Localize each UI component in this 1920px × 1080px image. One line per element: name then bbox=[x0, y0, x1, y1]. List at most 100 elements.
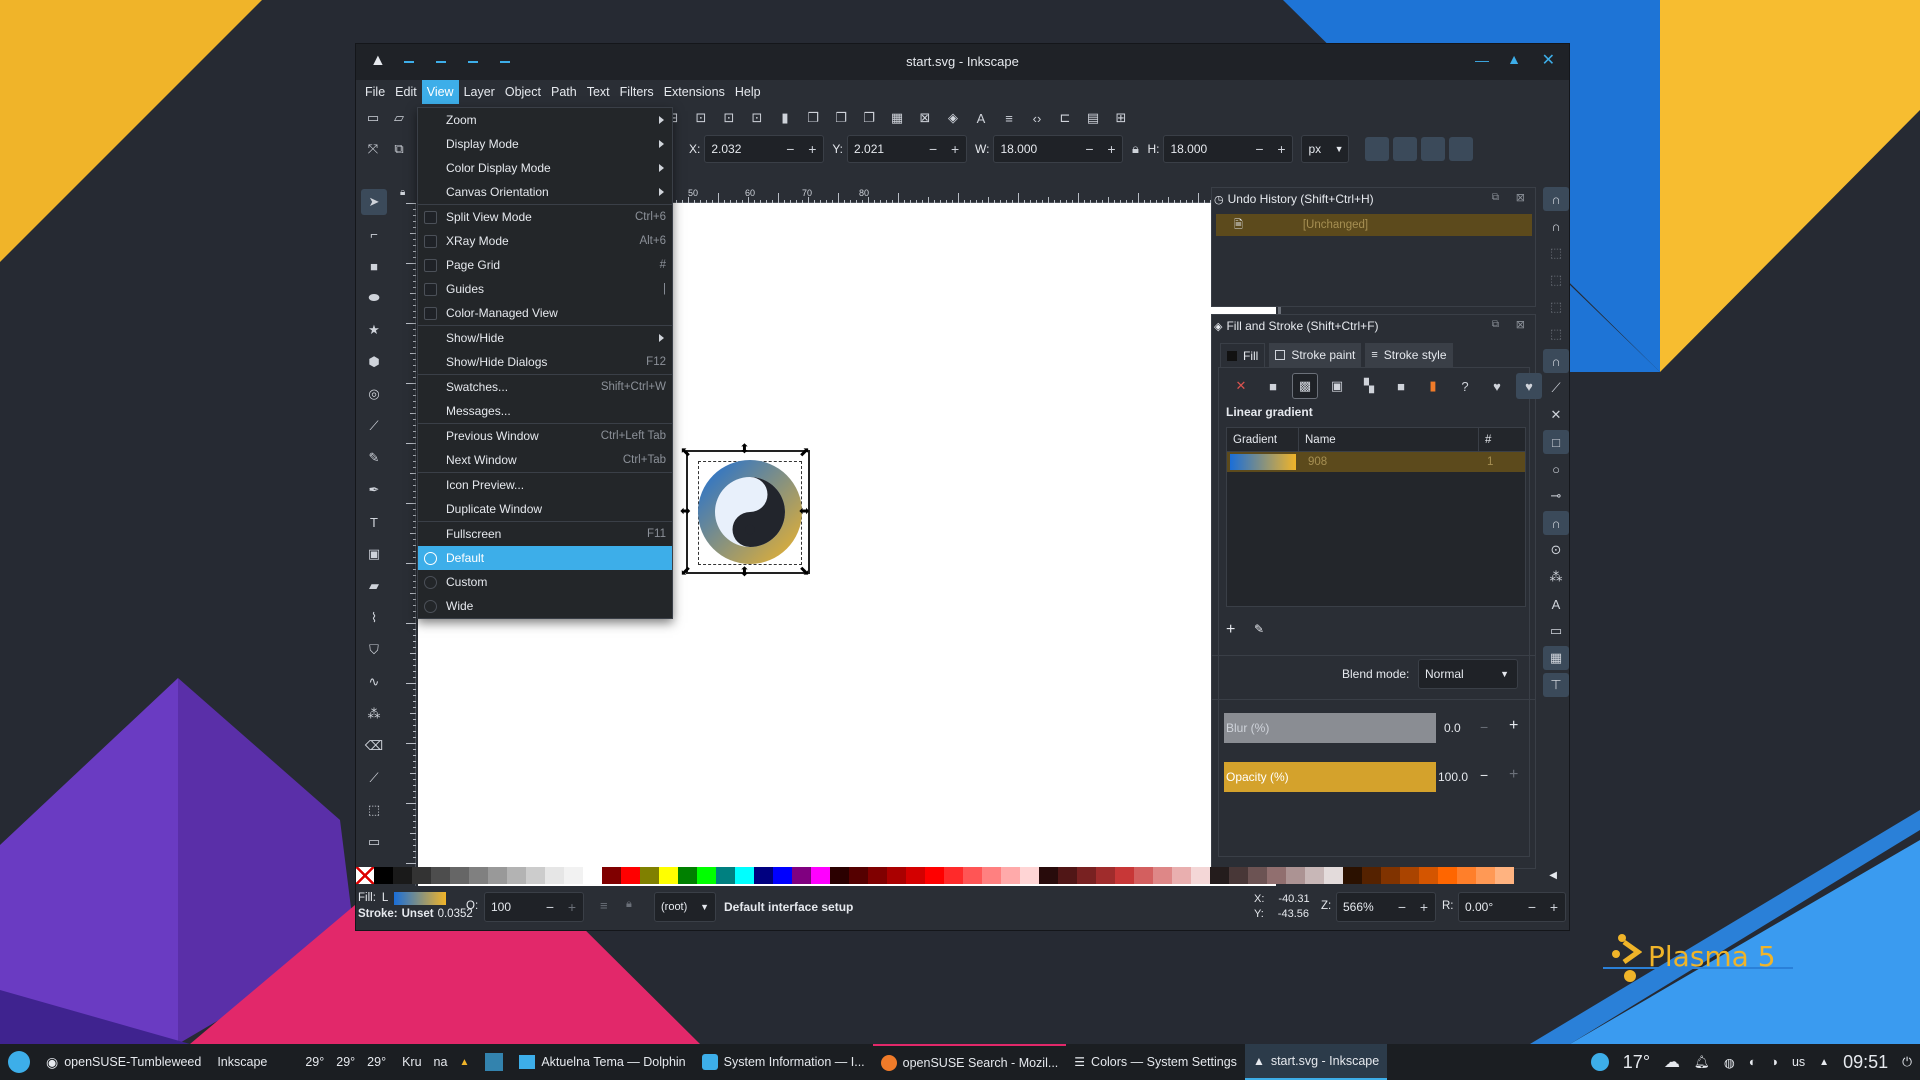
resize-handle-tl-icon[interactable]: ⬉ bbox=[680, 444, 691, 460]
palette-swatch[interactable] bbox=[697, 867, 716, 884]
y-decrement[interactable]: − bbox=[922, 141, 944, 157]
opacity-decrement[interactable]: − bbox=[1480, 767, 1488, 783]
snap-intersection-icon[interactable]: ✕ bbox=[1543, 403, 1569, 427]
palette-swatch[interactable] bbox=[887, 867, 906, 884]
ungroup-icon[interactable]: ⊠ bbox=[912, 105, 938, 131]
view-menu-item-next-window[interactable]: Next Window Ctrl+Tab bbox=[418, 448, 672, 472]
ellipse-tool-icon[interactable]: ⬬ bbox=[361, 285, 387, 311]
text-tool-icon[interactable]: T bbox=[361, 509, 387, 535]
cloud-icon[interactable]: ☁ bbox=[1664, 1052, 1680, 1072]
yin-yang-logo[interactable] bbox=[688, 452, 808, 572]
menu-object[interactable]: Object bbox=[500, 80, 546, 104]
panel-detach-icon[interactable]: ⧉ bbox=[1492, 319, 1499, 330]
3d-box-tool-icon[interactable]: ⬢ bbox=[361, 349, 387, 375]
task-firefox[interactable]: openSUSE Search - Mozil... bbox=[872, 1044, 1067, 1080]
scale-stroke-icon[interactable] bbox=[1365, 137, 1390, 161]
view-menu-item-show-hide-dialogs[interactable]: Show/Hide Dialogs F12 bbox=[418, 350, 672, 374]
palette-swatch[interactable] bbox=[811, 867, 830, 884]
panel-close-icon[interactable]: ⊠ bbox=[1516, 318, 1525, 331]
unset-paint-icon[interactable]: ? bbox=[1452, 373, 1478, 399]
tab-stroke-style[interactable]: ≡ Stroke style bbox=[1365, 343, 1453, 367]
palette-menu-icon[interactable]: ◀ bbox=[1549, 870, 1557, 881]
h-field[interactable]: 18.000 − + bbox=[1163, 135, 1294, 163]
star-tool-icon[interactable]: ★ bbox=[361, 317, 387, 343]
menu-file[interactable]: File bbox=[360, 80, 390, 104]
eraser-tool-icon[interactable]: ⌫ bbox=[361, 733, 387, 759]
pattern-icon[interactable]: ■ bbox=[1388, 373, 1414, 399]
palette-swatch[interactable] bbox=[488, 867, 507, 884]
opacity-increment[interactable]: + bbox=[1509, 766, 1518, 784]
edit-gradient-icon[interactable]: ✎ bbox=[1254, 622, 1264, 636]
move-gradients-icon[interactable] bbox=[1421, 137, 1446, 161]
palette-swatch[interactable] bbox=[735, 867, 754, 884]
keyboard-layout[interactable]: us bbox=[1792, 1055, 1805, 1069]
w-increment[interactable]: + bbox=[1100, 141, 1122, 157]
title-bar[interactable]: ▲ start.svg - Inkscape — ▲ ✕ bbox=[356, 44, 1569, 80]
palette-swatch[interactable] bbox=[1381, 867, 1400, 884]
blur-increment[interactable]: + bbox=[1509, 717, 1518, 735]
menu-view[interactable]: View bbox=[421, 80, 459, 104]
snap-bbox-center-icon[interactable]: ⬚ bbox=[1543, 322, 1569, 346]
network-icon[interactable]: ◍ bbox=[1724, 1055, 1735, 1070]
palette-swatch[interactable] bbox=[1457, 867, 1476, 884]
resize-handle-bl-icon[interactable]: ⬋ bbox=[680, 563, 691, 579]
tab-stroke-paint[interactable]: Stroke paint bbox=[1269, 343, 1362, 367]
menu-text[interactable]: Text bbox=[582, 80, 615, 104]
palette-swatch[interactable] bbox=[963, 867, 982, 884]
blur-slider[interactable]: Blur (%) bbox=[1224, 713, 1436, 743]
resize-handle-l-icon[interactable]: ⬌ bbox=[680, 503, 691, 519]
palette-swatch[interactable] bbox=[412, 867, 431, 884]
col-count[interactable]: # bbox=[1479, 434, 1491, 446]
view-menu-item-wide[interactable]: Wide bbox=[418, 594, 672, 618]
palette-swatch[interactable] bbox=[1419, 867, 1438, 884]
palette-swatch[interactable] bbox=[906, 867, 925, 884]
menu-help[interactable]: Help bbox=[730, 80, 766, 104]
view-menu-item-messages[interactable]: Messages... bbox=[418, 399, 672, 423]
menu-layer[interactable]: Layer bbox=[459, 80, 500, 104]
menu-extensions[interactable]: Extensions bbox=[659, 80, 730, 104]
palette-swatch[interactable] bbox=[1210, 867, 1229, 884]
snap-rotation-center-icon[interactable]: ⁂ bbox=[1543, 565, 1569, 589]
palette-swatch[interactable] bbox=[1115, 867, 1134, 884]
rotation-field[interactable]: 0.00° − + bbox=[1458, 892, 1566, 922]
view-menu-item-split-view-mode[interactable]: Split View Mode Ctrl+6 bbox=[418, 205, 672, 229]
palette-swatch[interactable] bbox=[469, 867, 488, 884]
task-system-settings[interactable]: ☰ Colors — System Settings bbox=[1066, 1044, 1245, 1080]
application-launcher[interactable] bbox=[0, 1044, 38, 1080]
resize-handle-b-icon[interactable]: ⬍ bbox=[739, 564, 750, 580]
mesh-tool-icon[interactable]: ▣ bbox=[361, 541, 387, 567]
view-menu-item-swatches[interactable]: Swatches... Shift+Ctrl+W bbox=[418, 375, 672, 399]
menu-path[interactable]: Path bbox=[546, 80, 582, 104]
xml-editor-icon[interactable]: ‹› bbox=[1024, 105, 1050, 131]
palette-swatch[interactable] bbox=[545, 867, 564, 884]
palette-swatch[interactable] bbox=[583, 867, 602, 884]
zoom-width-icon[interactable]: ⊡ bbox=[744, 105, 770, 131]
tray-expand-icon[interactable]: ▲ bbox=[1819, 1057, 1829, 1068]
clipboard-icon[interactable]: ◑ bbox=[1770, 1055, 1778, 1069]
tweak-tool-icon[interactable]: ∿ bbox=[361, 669, 387, 695]
task-dolphin[interactable]: Aktuelna Tema — Dolphin bbox=[511, 1044, 693, 1080]
view-menu-item-show-hide[interactable]: Show/Hide bbox=[418, 326, 672, 350]
maximize-icon[interactable]: ▲ bbox=[1507, 51, 1521, 67]
palette-swatch[interactable] bbox=[1438, 867, 1457, 884]
layer-select[interactable]: (root) ▼ bbox=[654, 892, 716, 922]
view-menu-item-color-managed-view[interactable]: Color-Managed View bbox=[418, 301, 672, 325]
node-tool-icon[interactable]: ⌐ bbox=[361, 221, 387, 247]
blur-decrement[interactable]: − bbox=[1480, 719, 1488, 735]
snap-bbox-edge-icon[interactable]: ⬚ bbox=[1543, 241, 1569, 265]
resize-handle-t-icon[interactable]: ⬍ bbox=[739, 441, 750, 457]
h-decrement[interactable]: − bbox=[1248, 141, 1270, 157]
snap-nodes-icon[interactable]: ∩ bbox=[1543, 349, 1569, 373]
measure-tool-icon[interactable]: ⟋ bbox=[361, 413, 387, 439]
audio-icon[interactable]: ◐ bbox=[1749, 1055, 1757, 1069]
h-increment[interactable]: + bbox=[1270, 141, 1292, 157]
palette-swatch[interactable] bbox=[1495, 867, 1514, 884]
tab-fill[interactable]: Fill bbox=[1220, 343, 1266, 367]
fill-stroke-icon[interactable]: ◈ bbox=[940, 105, 966, 131]
palette-swatch[interactable] bbox=[830, 867, 849, 884]
palette-swatch[interactable] bbox=[1077, 867, 1096, 884]
palette-swatch[interactable] bbox=[1191, 867, 1210, 884]
layers-icon[interactable]: ≡ bbox=[996, 105, 1022, 131]
zoom-increment[interactable]: + bbox=[1413, 899, 1435, 915]
snap-others-icon[interactable]: ∩ bbox=[1543, 511, 1569, 535]
